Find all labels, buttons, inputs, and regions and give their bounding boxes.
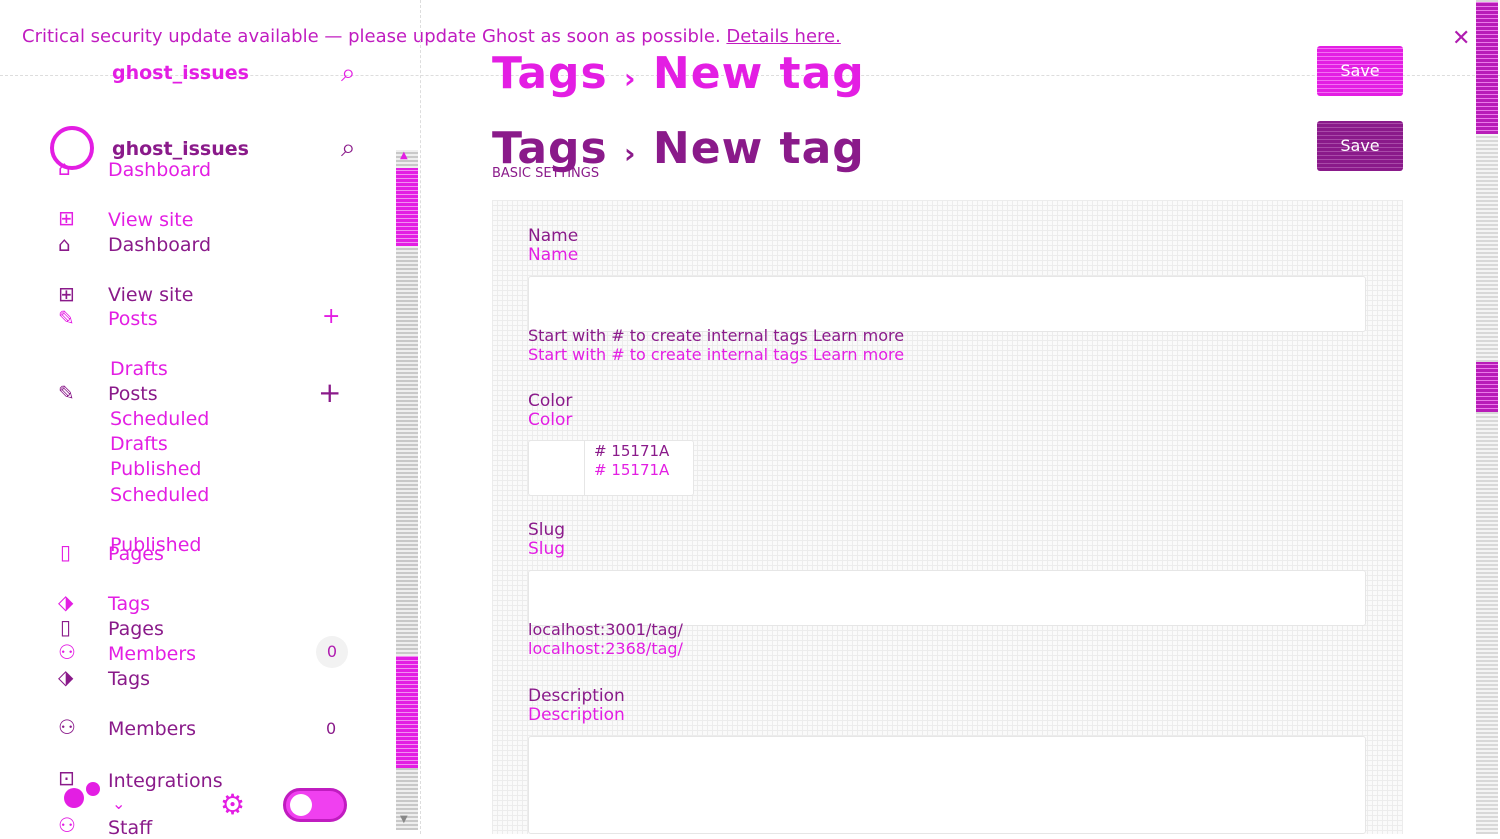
page-scroll-thumb[interactable] xyxy=(1476,362,1498,412)
site-title: ghost_issues xyxy=(112,138,249,160)
sidebar-item-drafts[interactable]: Drafts xyxy=(110,433,168,455)
title-text: New tag xyxy=(652,48,865,99)
slug-hint: localhost:3001/tag/ xyxy=(528,620,683,639)
sidebar-item-scheduled[interactable]: Scheduled xyxy=(110,484,209,506)
sidebar-item-pages-ghost[interactable]: Pages xyxy=(108,543,164,565)
members-icon: ⚇ xyxy=(58,715,76,739)
security-banner: Critical security update available — ple… xyxy=(22,26,841,47)
sidebar-item-view-site-ghost[interactable]: View site xyxy=(108,209,193,231)
banner-details-link[interactable]: Details here. xyxy=(726,26,840,47)
sidebar-item-posts[interactable]: Posts xyxy=(108,383,158,405)
chevron-down-icon[interactable]: ⌄ xyxy=(112,794,125,813)
slug-label: Slug xyxy=(528,520,566,540)
add-post-icon[interactable]: + xyxy=(318,376,341,409)
tag-icon: ⬗ xyxy=(58,590,74,614)
name-label-ghost: Name xyxy=(528,245,579,265)
save-button[interactable]: Save xyxy=(1317,121,1403,171)
scroll-up-icon[interactable]: ▲ xyxy=(400,150,408,161)
scroll-down-icon[interactable]: ▼ xyxy=(400,814,408,825)
dark-mode-toggle[interactable] xyxy=(283,788,347,822)
chevron-right-icon: › xyxy=(624,137,637,170)
description-textarea[interactable] xyxy=(528,736,1366,834)
plus-icon[interactable]: + xyxy=(322,304,340,329)
sidebar-item-view-site[interactable]: View site xyxy=(108,284,193,306)
window-icon: ⊞ xyxy=(58,206,75,230)
slug-label-ghost: Slug xyxy=(528,539,566,559)
site-title-ghost: ghost_issues xyxy=(112,62,249,84)
breadcrumb[interactable]: Tags xyxy=(492,48,608,99)
color-swatch-divider xyxy=(584,440,585,496)
sidebar-item-integrations[interactable]: Integrations xyxy=(108,770,223,792)
sidebar-item-members[interactable]: Members xyxy=(108,718,196,740)
color-label-ghost: Color xyxy=(528,410,573,430)
page-scroll-thumb[interactable] xyxy=(1476,2,1498,134)
sidebar-item-dashboard-ghost[interactable]: Dashboard xyxy=(108,159,211,181)
page-title-ghost: Tags › New tag xyxy=(492,48,865,99)
slug-hint-ghost: localhost:2368/tag/ xyxy=(528,639,683,658)
sidebar-item-published-ghost[interactable]: Published xyxy=(110,458,201,480)
members-icon: ⚇ xyxy=(58,640,76,664)
integrations-icon: ⊡ xyxy=(58,766,75,790)
chevron-right-icon: › xyxy=(624,62,637,95)
close-icon[interactable]: ✕ xyxy=(1452,26,1470,51)
sidebar-item-tags[interactable]: Tags xyxy=(108,668,150,690)
sidebar-item-staff[interactable]: Staff xyxy=(108,817,152,839)
sidebar-scroll-thumb[interactable] xyxy=(396,656,418,768)
name-hint: Start with # to create internal tags Lea… xyxy=(528,326,905,345)
site-logo-icon xyxy=(50,126,94,170)
page-icon: ▯ xyxy=(60,615,72,639)
divider xyxy=(420,0,421,834)
color-value[interactable]: # 15171A xyxy=(594,442,669,460)
banner-message: Critical security update available — ple… xyxy=(22,26,721,47)
gear-icon[interactable]: ⚙ xyxy=(220,788,245,821)
members-count-badge-ghost: 0 xyxy=(316,636,348,668)
notification-dot xyxy=(86,782,100,796)
sidebar-item-dashboard[interactable]: Dashboard xyxy=(108,234,211,256)
members-count-badge: 0 xyxy=(326,719,337,738)
home-icon: ⌂ xyxy=(58,232,71,256)
search-icon[interactable]: ⌕ xyxy=(341,58,356,89)
avatar[interactable] xyxy=(64,788,84,808)
tag-icon: ⬗ xyxy=(58,665,74,689)
staff-icon: ⚇ xyxy=(58,813,76,837)
sidebar-item-members-ghost[interactable]: Members xyxy=(108,643,196,665)
description-label: Description xyxy=(528,686,625,706)
edit-icon: ✎ xyxy=(58,306,75,330)
home-icon: ⌂ xyxy=(58,156,71,180)
search-icon[interactable]: ⌕ xyxy=(341,133,356,164)
window-icon: ⊞ xyxy=(58,282,75,306)
sidebar-item-scheduled-ghost[interactable]: Scheduled xyxy=(110,408,209,430)
edit-icon: ✎ xyxy=(58,381,75,405)
page-icon: ▯ xyxy=(60,540,72,564)
title-text: New tag xyxy=(652,123,865,174)
section-heading: BASIC SETTINGS xyxy=(492,166,600,181)
sidebar-item-pages[interactable]: Pages xyxy=(108,618,164,640)
slug-input[interactable] xyxy=(528,570,1366,626)
sidebar-scroll-thumb[interactable] xyxy=(396,168,418,246)
description-label-ghost: Description xyxy=(528,705,625,725)
name-input[interactable] xyxy=(528,276,1366,332)
save-button[interactable]: Save xyxy=(1317,46,1403,96)
sidebar-item-tags-ghost[interactable]: Tags xyxy=(108,593,150,615)
color-value-ghost: # 15171A xyxy=(594,461,670,479)
sidebar-item-posts-ghost[interactable]: Posts xyxy=(108,308,158,330)
color-label: Color xyxy=(528,391,573,411)
name-label: Name xyxy=(528,226,579,246)
name-hint-ghost: Start with # to create internal tags Lea… xyxy=(528,345,905,364)
sidebar-item-drafts-ghost[interactable]: Drafts xyxy=(110,358,168,380)
